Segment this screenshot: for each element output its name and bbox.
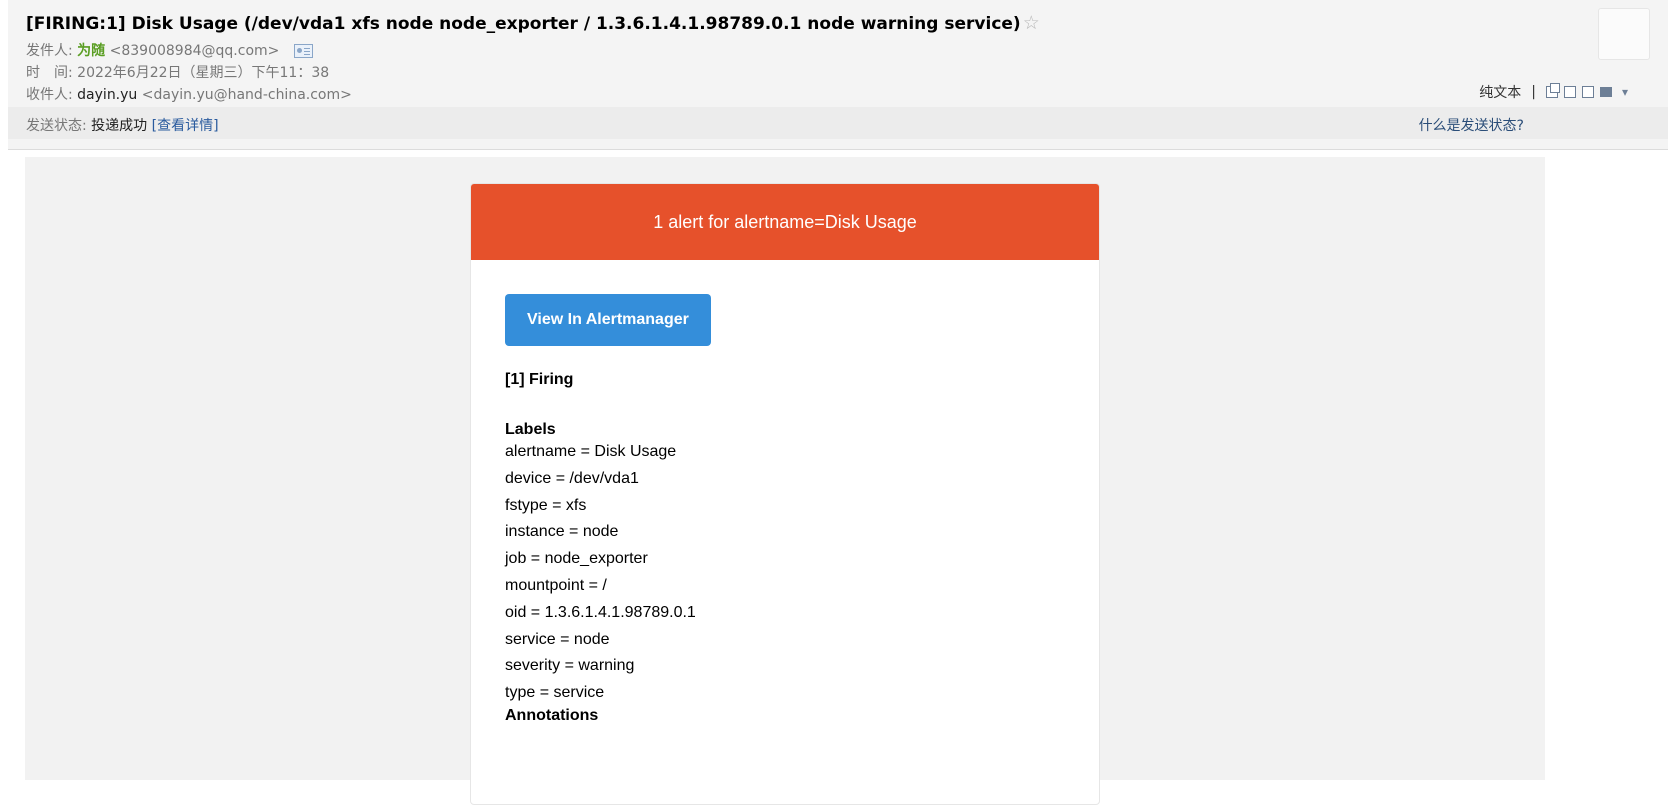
- full-view-icon[interactable]: [1563, 86, 1576, 98]
- label-item: service = node: [505, 630, 610, 648]
- firing-title: [1] Firing: [505, 371, 574, 388]
- mail-subject: [FIRING:1] Disk Usage (/dev/vda1 xfs nod…: [26, 12, 1040, 34]
- sender-row: 发件人: 为随 <839008984@qq.com>: [26, 40, 313, 60]
- chevron-down-icon[interactable]: ▾: [1622, 85, 1628, 99]
- time-row: 时 间: 2022年6月22日（星期三）下午11：38: [26, 62, 329, 82]
- label-item: oid = 1.3.6.1.4.1.98789.0.1: [505, 603, 696, 621]
- new-window-icon[interactable]: [1545, 83, 1560, 98]
- view-details-link[interactable]: [查看详情]: [152, 118, 219, 134]
- mail-header: [FIRING:1] Disk Usage (/dev/vda1 xfs nod…: [8, 0, 1668, 150]
- delivery-status: 发送状态: 投递成功 [查看详情]: [26, 115, 219, 135]
- label-item: device = /dev/vda1: [505, 469, 639, 487]
- contact-card-icon[interactable]: [293, 44, 313, 58]
- sender-name[interactable]: 为随: [77, 43, 105, 59]
- status-help-link[interactable]: 什么是发送状态?: [1419, 115, 1524, 135]
- star-icon[interactable]: ☆: [1023, 12, 1040, 34]
- annotations-title: Annotations: [505, 706, 599, 724]
- sender-email[interactable]: <839008984@qq.com>: [110, 43, 280, 59]
- label-item: fstype = xfs: [505, 496, 587, 514]
- label-item: job = node_exporter: [505, 550, 648, 568]
- time-label: 时 间:: [26, 65, 73, 81]
- label-item: type = service: [505, 684, 605, 702]
- avatar: [1598, 8, 1650, 60]
- label-item: mountpoint = /: [505, 576, 607, 594]
- alert-header: 1 alert for alertname=Disk Usage: [471, 184, 1099, 260]
- label-item: alertname = Disk Usage: [505, 443, 677, 460]
- toolbar-separator: |: [1531, 84, 1536, 100]
- mail-body: 1 alert for alertname=Disk Usage View In…: [25, 157, 1545, 805]
- time-value: 2022年6月22日（星期三）下午11：38: [77, 65, 330, 81]
- status-value: 投递成功: [91, 118, 148, 134]
- status-label: 发送状态:: [26, 118, 87, 134]
- print-icon[interactable]: [1599, 87, 1612, 97]
- plain-text-button[interactable]: 纯文本: [1479, 82, 1521, 102]
- label-item: severity = warning: [505, 657, 635, 675]
- sender-label: 发件人:: [26, 43, 73, 59]
- alert-card: 1 alert for alertname=Disk Usage View In…: [470, 183, 1100, 805]
- labels-list: alertname = Disk Usage device = /dev/vda…: [505, 439, 1099, 707]
- view-in-alertmanager-button[interactable]: View In Alertmanager: [505, 294, 711, 346]
- recipient-label: 收件人:: [26, 87, 73, 103]
- status-bar: 发送状态: 投递成功 [查看详情] 什么是发送状态?: [8, 107, 1668, 139]
- labels-title: Labels: [505, 421, 556, 438]
- label-item: instance = node: [505, 523, 619, 541]
- mail-toolbar: 纯文本 | ▾: [1479, 82, 1628, 102]
- subject-text: [FIRING:1] Disk Usage (/dev/vda1 xfs nod…: [26, 14, 1021, 34]
- download-icon[interactable]: [1581, 86, 1594, 98]
- recipient-row: 收件人: dayin.yu <dayin.yu@hand-china.com>: [26, 84, 352, 104]
- alert-content: View In Alertmanager [1] Firing Labels a…: [471, 260, 1099, 725]
- recipient-name[interactable]: dayin.yu: [77, 87, 137, 103]
- recipient-email[interactable]: <dayin.yu@hand-china.com>: [142, 87, 352, 103]
